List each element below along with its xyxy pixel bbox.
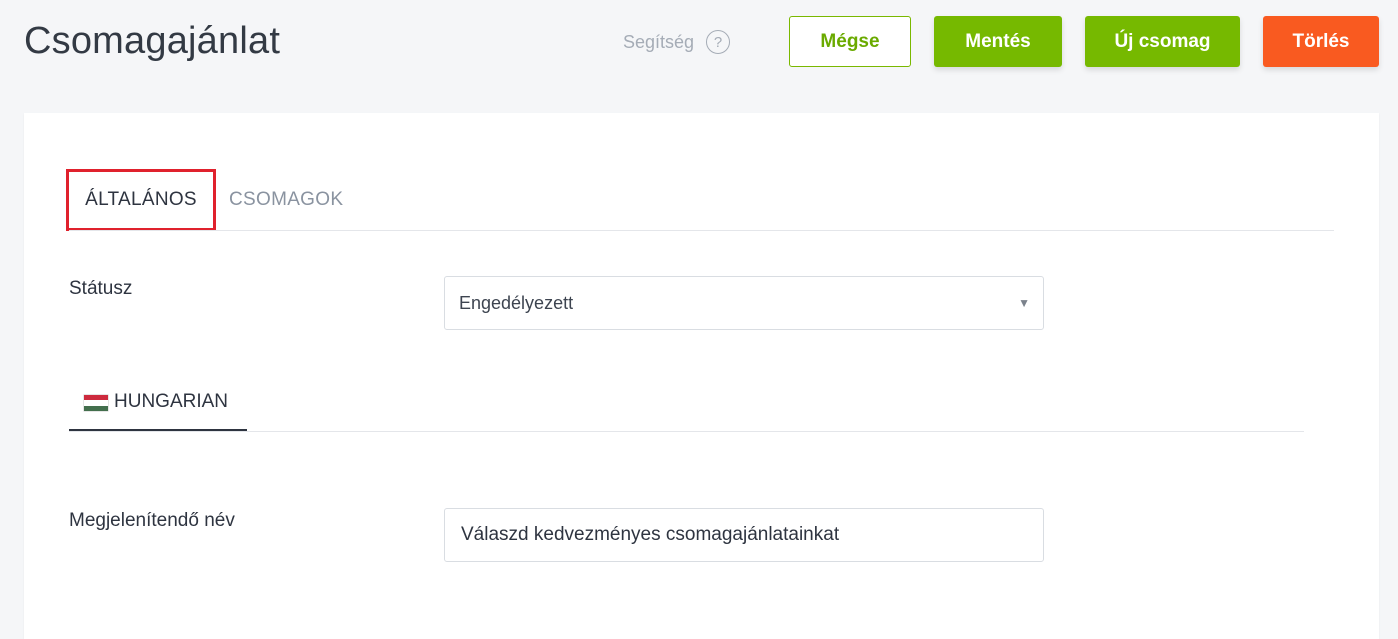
dropdown-arrow-icon: ▼ xyxy=(1018,296,1030,310)
tabs-divider xyxy=(69,230,1334,231)
tab-general[interactable]: ÁLTALÁNOS xyxy=(66,169,216,231)
page-title: Csomagajánlat xyxy=(24,20,281,62)
tab-language-hungarian[interactable]: HUNGARIAN xyxy=(69,379,247,432)
help-label: Segítség xyxy=(623,31,695,52)
form-card: ÁLTALÁNOS CSOMAGOK Státusz Engedélyezett… xyxy=(24,113,1379,639)
help-link[interactable]: Segítség ? xyxy=(623,27,731,57)
status-label: Státusz xyxy=(69,278,133,299)
question-circle-icon: ? xyxy=(706,30,731,54)
cancel-button[interactable]: Mégse xyxy=(789,16,911,67)
tab-packages[interactable]: CSOMAGOK xyxy=(229,169,343,231)
new-package-button[interactable]: Új csomag xyxy=(1085,16,1240,67)
hungarian-flag-icon xyxy=(84,395,108,411)
status-select-value: Engedélyezett xyxy=(459,292,574,313)
language-tab-label: HUNGARIAN xyxy=(114,391,229,412)
display-name-input[interactable] xyxy=(444,508,1044,562)
status-select[interactable]: Engedélyezett ▼ xyxy=(444,276,1044,330)
language-tabs-divider xyxy=(69,431,1304,432)
display-name-label: Megjelenítendő név xyxy=(69,510,235,531)
delete-button[interactable]: Törlés xyxy=(1263,16,1379,67)
save-button[interactable]: Mentés xyxy=(934,16,1062,67)
